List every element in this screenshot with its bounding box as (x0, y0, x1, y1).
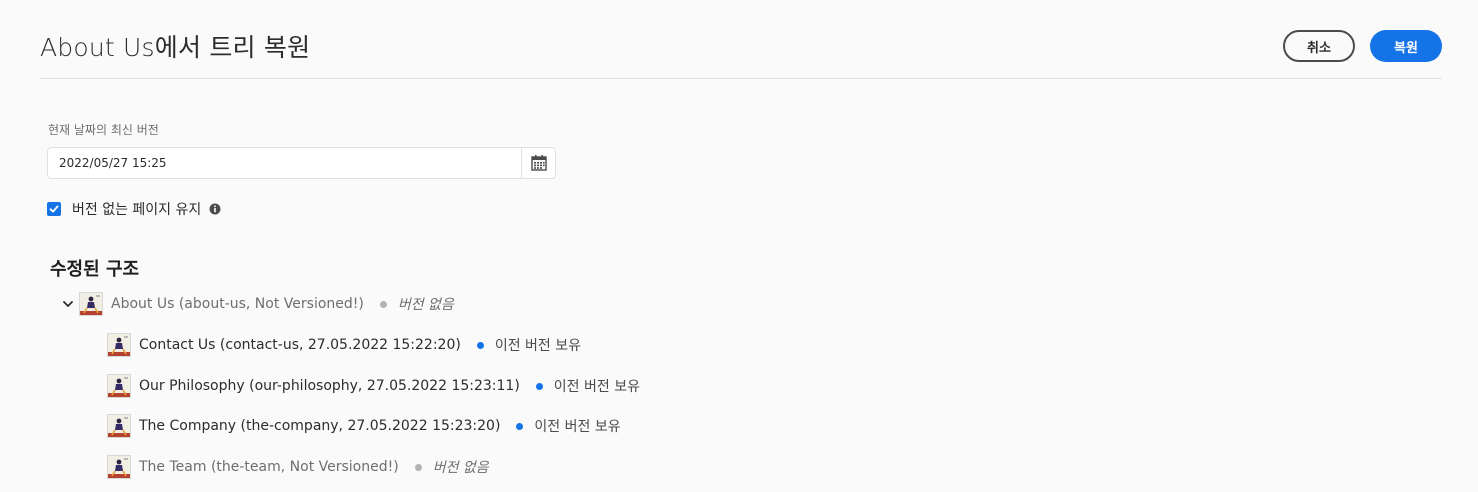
page-thumbnail-icon (79, 292, 103, 316)
page-thumbnail-icon (107, 455, 131, 479)
restore-button[interactable]: 복원 (1370, 30, 1442, 62)
status-text: 이전 버전 보유 (494, 338, 582, 354)
date-field-label: 현재 날짜의 최신 버전 (48, 123, 159, 137)
tree-item[interactable]: Contact Us (contact-us, 27.05.2022 15:22… (107, 333, 581, 357)
status-text: 버전 없음 (397, 297, 454, 313)
status-dot (535, 382, 543, 390)
status-text: 이전 버전 보유 (553, 379, 640, 395)
date-picker (47, 147, 556, 179)
status-dot (414, 463, 422, 471)
calendar-icon (530, 155, 547, 171)
keep-unversioned-checkbox[interactable] (47, 202, 61, 216)
status-text: 버전 없음 (432, 460, 489, 476)
status-dot (476, 341, 484, 349)
page-thumbnail-icon (107, 333, 131, 357)
tree-root-row[interactable]: About Us (about-us, Not Versioned!) 버전 없… (61, 292, 454, 316)
section-title: 수정된 구조 (50, 259, 140, 280)
page-thumbnail-icon (107, 374, 131, 398)
checkmark-icon (49, 205, 59, 213)
tree-item-label: Contact Us (contact-us, 27.05.2022 15:22… (139, 337, 461, 353)
tree-item-label: Our Philosophy (our-philosophy, 27.05.20… (139, 378, 520, 394)
tree-item-label: The Company (the-company, 27.05.2022 15:… (139, 418, 501, 434)
tree-item[interactable]: The Team (the-team, Not Versioned!) 버전 없… (107, 455, 489, 479)
date-input[interactable] (48, 148, 523, 178)
keep-unversioned-row: 버전 없는 페이지 유지 (47, 199, 221, 219)
status-dot (379, 300, 387, 308)
dialog-header: About Us에서 트리 복원 취소 복원 (40, 0, 1442, 79)
status-text: 이전 버전 보유 (534, 419, 621, 435)
page-title: About Us에서 트리 복원 (40, 33, 311, 62)
status-dot (516, 422, 524, 430)
calendar-button[interactable] (521, 148, 555, 178)
tree-item[interactable]: Our Philosophy (our-philosophy, 27.05.20… (107, 374, 640, 398)
tree-item[interactable]: The Company (the-company, 27.05.2022 15:… (107, 414, 621, 438)
cancel-button[interactable]: 취소 (1283, 30, 1355, 62)
page-thumbnail-icon (107, 414, 131, 438)
chevron-down-icon[interactable] (61, 297, 75, 311)
info-icon[interactable] (209, 203, 221, 215)
keep-unversioned-label: 버전 없는 페이지 유지 (72, 202, 202, 218)
tree-root-label: About Us (about-us, Not Versioned!) (111, 296, 364, 312)
restore-tree-dialog: About Us에서 트리 복원 취소 복원 현재 날짜의 최신 버전 2022… (0, 0, 1478, 492)
tree-item-label: The Team (the-team, Not Versioned!) (139, 459, 399, 475)
